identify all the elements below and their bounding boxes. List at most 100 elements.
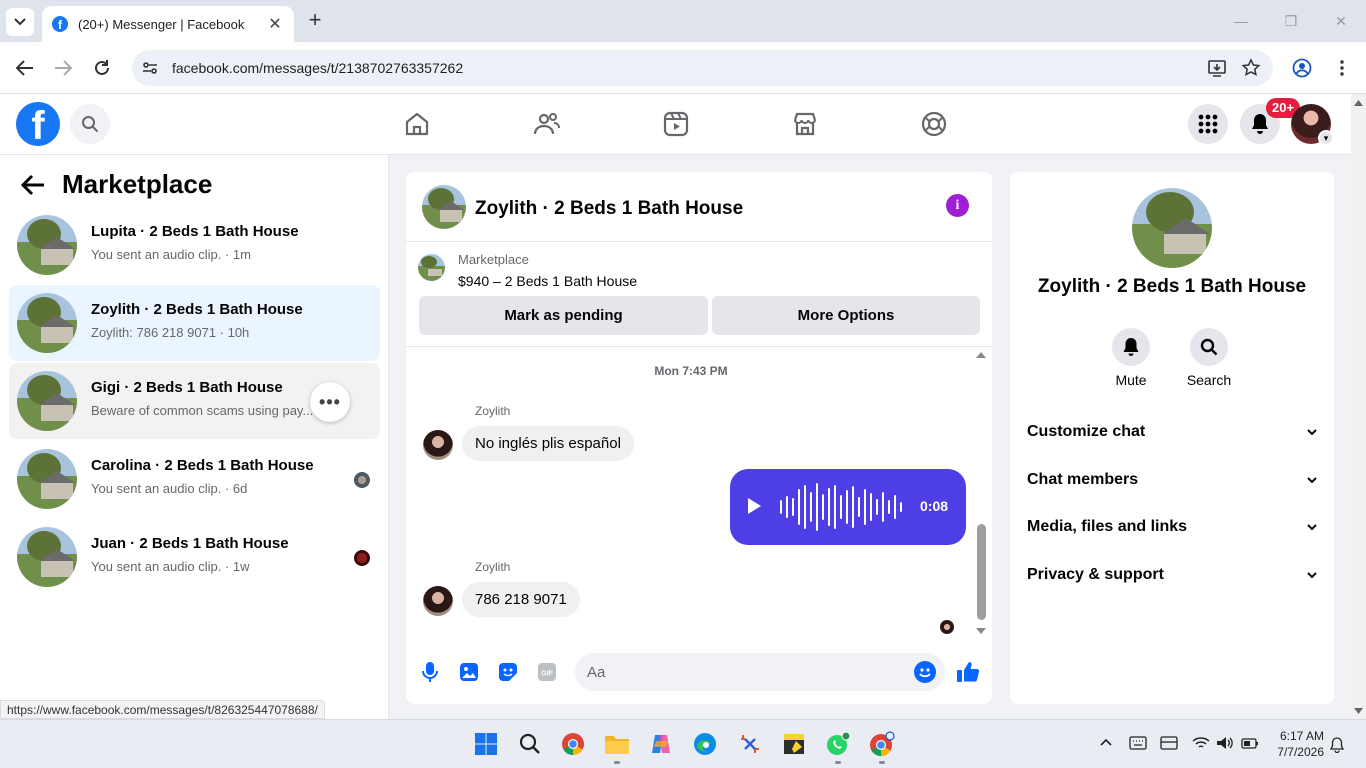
window-controls: — ❐ ✕: [1216, 0, 1366, 42]
conversation-options-button[interactable]: •••: [310, 382, 350, 422]
install-app-icon[interactable]: [1207, 58, 1227, 78]
audio-message[interactable]: 0:08: [730, 469, 966, 545]
listing-source-label: Marketplace: [458, 252, 529, 267]
close-window-button[interactable]: ✕: [1316, 0, 1366, 42]
chrome-icon: [562, 733, 584, 755]
message-bubble[interactable]: No inglés plis español: [462, 426, 634, 461]
conversation-name: Juan · 2 Beds 1 Bath House: [91, 535, 289, 552]
conversation-name: Lupita · 2 Beds 1 Bath House: [91, 223, 299, 240]
taskbar-whatsapp[interactable]: [825, 731, 851, 757]
keyboard-icon[interactable]: [1129, 736, 1147, 750]
emoji-icon[interactable]: [914, 661, 936, 683]
browser-menu-button[interactable]: [1330, 56, 1354, 80]
taskbar-file-explorer[interactable]: [604, 731, 630, 757]
minimize-button[interactable]: —: [1216, 0, 1266, 42]
conversation-item-lupita[interactable]: Lupita · 2 Beds 1 Bath House You sent an…: [9, 207, 380, 283]
forward-button[interactable]: [51, 56, 75, 80]
conversation-item-zoylith[interactable]: Zoylith · 2 Beds 1 Bath House Zoylith: 7…: [9, 285, 380, 361]
tab-title: (20+) Messenger | Facebook: [78, 16, 245, 32]
play-icon[interactable]: [748, 498, 761, 514]
new-tab-button[interactable]: +: [304, 9, 326, 32]
search-in-conversation-button[interactable]: Search: [1179, 328, 1239, 388]
message-input[interactable]: [575, 653, 945, 691]
section-label: Customize chat: [1027, 423, 1146, 440]
chevron-up-icon[interactable]: [1100, 738, 1112, 746]
conversation-item-juan[interactable]: Juan · 2 Beds 1 Bath House You sent an a…: [9, 519, 380, 595]
chat-members-section[interactable]: Chat members: [1027, 468, 1317, 492]
privacy-support-section[interactable]: Privacy & support: [1027, 563, 1317, 587]
mark-as-pending-button[interactable]: Mark as pending: [419, 296, 708, 335]
scroll-up-arrow-icon[interactable]: [974, 350, 988, 360]
account-chevron-icon[interactable]: ▾: [1318, 130, 1334, 146]
wifi-icon[interactable]: [1192, 736, 1210, 750]
attach-photo-button[interactable]: [457, 660, 481, 684]
reload-button[interactable]: [90, 56, 114, 80]
facebook-favicon-icon: f: [52, 16, 68, 32]
taskbar-snipping-tool[interactable]: [737, 731, 763, 757]
tab-close-icon[interactable]: ✕: [266, 14, 284, 34]
media-files-links-section[interactable]: Media, files and links: [1027, 515, 1317, 539]
notification-bell-icon[interactable]: [1330, 737, 1344, 753]
nav-marketplace[interactable]: [791, 110, 819, 138]
conversation-item-carolina[interactable]: Carolina · 2 Beds 1 Bath House You sent …: [9, 441, 380, 517]
sender-avatar[interactable]: [423, 586, 453, 616]
scroll-up-arrow-icon[interactable]: [1351, 98, 1366, 108]
nav-friends[interactable]: [532, 110, 560, 138]
seen-by-avatar: [940, 620, 954, 634]
scroll-down-arrow-icon[interactable]: [974, 626, 988, 636]
sticker-button[interactable]: [496, 660, 520, 684]
sender-avatar[interactable]: [423, 430, 453, 460]
friends-icon: [533, 113, 560, 135]
taskbar-sticky-notes[interactable]: [781, 731, 807, 757]
menu-button[interactable]: [1188, 104, 1228, 144]
customize-chat-section[interactable]: Customize chat: [1027, 420, 1317, 444]
tab-search-button[interactable]: [6, 8, 34, 36]
taskbar-search[interactable]: [517, 731, 543, 757]
nav-video[interactable]: [662, 110, 690, 138]
system-clock[interactable]: 6:17 AM 7/7/2026: [1274, 728, 1324, 760]
windows-taskbar: 6:17 AM 7/7/2026: [0, 719, 1366, 768]
marketplace-conversation-list: Marketplace Lupita · 2 Beds 1 Bath House…: [0, 155, 389, 719]
section-label: Chat members: [1027, 471, 1139, 488]
listing-price-title[interactable]: $940 – 2 Beds 1 Bath House: [458, 273, 637, 289]
bookmark-star-icon[interactable]: [1241, 58, 1261, 78]
gif-button[interactable]: GIF: [535, 660, 559, 684]
chat-scrollbar[interactable]: [974, 348, 988, 638]
taskbar-chrome-profile[interactable]: [869, 731, 895, 757]
taskbar-edge[interactable]: [692, 731, 718, 757]
chat-listing-avatar[interactable]: [422, 185, 466, 229]
page-scrollbar[interactable]: [1351, 94, 1366, 719]
back-button[interactable]: [13, 56, 37, 80]
voice-clip-button[interactable]: [418, 660, 442, 684]
mute-label: Mute: [1115, 372, 1147, 388]
more-options-button[interactable]: More Options: [712, 296, 980, 335]
address-bar[interactable]: facebook.com/messages/t/2138702763357262: [132, 50, 1273, 86]
display-icon[interactable]: [1160, 736, 1178, 750]
scrollbar-thumb[interactable]: [977, 524, 986, 620]
send-like-button[interactable]: [956, 660, 980, 684]
maximize-button[interactable]: ❐: [1266, 0, 1316, 42]
info-icon[interactable]: i: [946, 194, 969, 217]
nav-home[interactable]: [403, 110, 431, 138]
marketplace-header: Marketplace: [20, 169, 212, 200]
taskbar-copilot[interactable]: [648, 731, 674, 757]
facebook-logo[interactable]: f: [16, 102, 60, 146]
scroll-down-arrow-icon[interactable]: [1351, 706, 1366, 716]
video-reels-icon: [663, 111, 689, 137]
back-arrow-icon[interactable]: [20, 174, 46, 196]
site-settings-icon[interactable]: [142, 60, 158, 76]
taskbar-chrome[interactable]: [560, 731, 586, 757]
listing-house-thumbnail: [17, 527, 77, 587]
profile-button[interactable]: [1290, 56, 1314, 80]
chat-title[interactable]: Zoylith · 2 Beds 1 Bath House: [475, 198, 743, 220]
volume-icon[interactable]: [1216, 736, 1234, 750]
nav-gaming[interactable]: [920, 110, 948, 138]
facebook-search-button[interactable]: [70, 104, 110, 144]
battery-icon[interactable]: [1241, 736, 1259, 750]
bell-icon: [1252, 114, 1268, 134]
start-button[interactable]: [473, 731, 499, 757]
kebab-menu-icon: [1340, 60, 1344, 76]
mute-button[interactable]: Mute: [1101, 328, 1161, 388]
browser-tab[interactable]: f (20+) Messenger | Facebook ✕: [42, 6, 294, 42]
message-bubble[interactable]: 786 218 9071: [462, 582, 580, 617]
